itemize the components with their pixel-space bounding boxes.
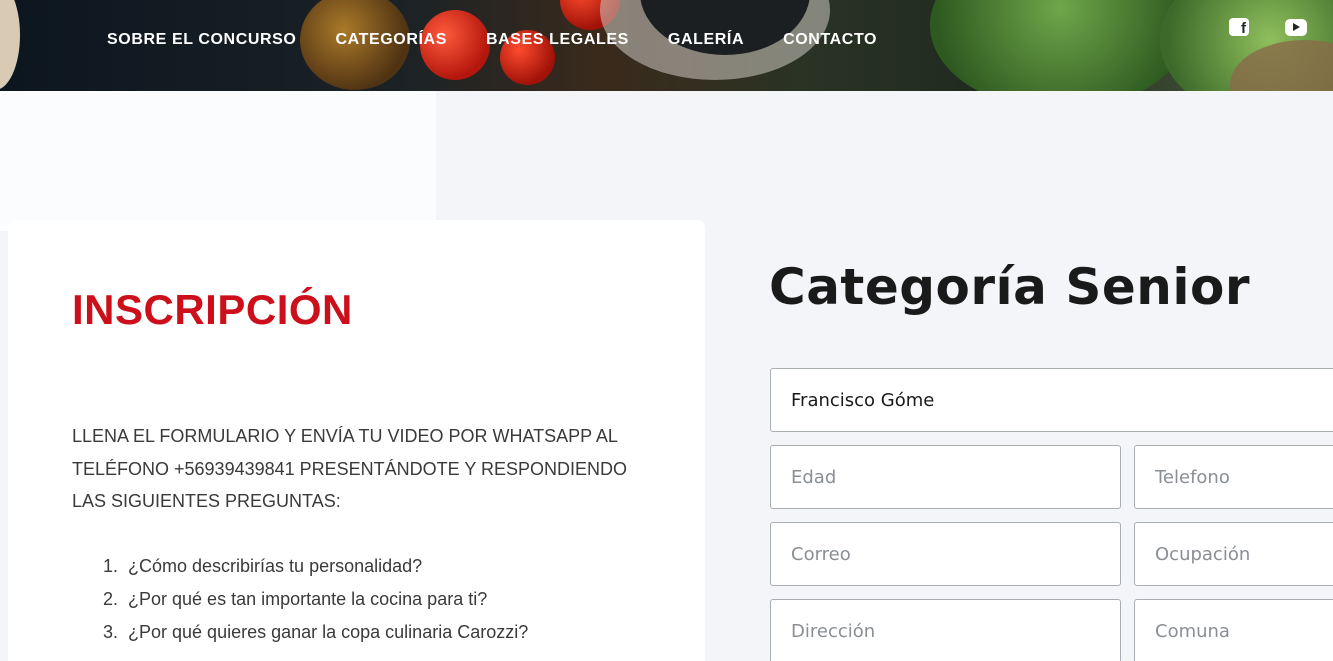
correo-field[interactable] <box>770 522 1121 586</box>
name-field[interactable] <box>770 368 1333 432</box>
form-title: Categoría Senior <box>769 258 1250 316</box>
question-text: ¿Por qué es tan importante la cocina par… <box>128 589 488 609</box>
list-item: 3. ¿Por qué quieres ganar la copa culina… <box>103 616 528 649</box>
telefono-field[interactable] <box>1134 445 1333 509</box>
direccion-field[interactable] <box>770 599 1121 661</box>
nav-bases-legales[interactable]: BASES LEGALES <box>486 31 629 49</box>
inscripcion-title: INSCRIPCIÓN <box>72 286 353 333</box>
inscripcion-instructions: LLENA EL FORMULARIO Y ENVÍA TU VIDEO POR… <box>72 426 628 511</box>
list-number: 3. <box>103 622 119 642</box>
list-number: 2. <box>103 589 119 609</box>
question-text: ¿Cómo describirías tu personalidad? <box>128 556 423 576</box>
main-nav: SOBRE EL CONCURSO CATEGORÍAS BASES LEGAL… <box>107 31 916 49</box>
nav-galeria[interactable]: GALERÍA <box>668 31 744 49</box>
youtube-icon[interactable] <box>1285 19 1307 36</box>
background-panel <box>0 91 436 231</box>
nav-sobre-el-concurso[interactable]: SOBRE EL CONCURSO <box>107 31 296 49</box>
list-item: 1. ¿Cómo describirías tu personalidad? <box>103 550 528 583</box>
questions-list: 1. ¿Cómo describirías tu personalidad? 2… <box>103 550 528 649</box>
logo-edge <box>0 0 20 90</box>
list-number: 1. <box>103 556 119 576</box>
header-bg-basil <box>930 0 1190 91</box>
nav-contacto[interactable]: CONTACTO <box>783 31 877 49</box>
facebook-icon[interactable] <box>1229 18 1249 37</box>
question-text: ¿Por qué quieres ganar la copa culinaria… <box>128 622 529 642</box>
ocupacion-field[interactable] <box>1134 522 1333 586</box>
edad-field[interactable] <box>770 445 1121 509</box>
list-item: 2. ¿Por qué es tan importante la cocina … <box>103 583 528 616</box>
nav-categorias[interactable]: CATEGORÍAS <box>335 31 446 49</box>
comuna-field[interactable] <box>1134 599 1333 661</box>
site-header: SOBRE EL CONCURSO CATEGORÍAS BASES LEGAL… <box>0 0 1333 91</box>
inscripcion-card: INSCRIPCIÓN LLENA EL FORMULARIO Y ENVÍA … <box>8 220 705 661</box>
